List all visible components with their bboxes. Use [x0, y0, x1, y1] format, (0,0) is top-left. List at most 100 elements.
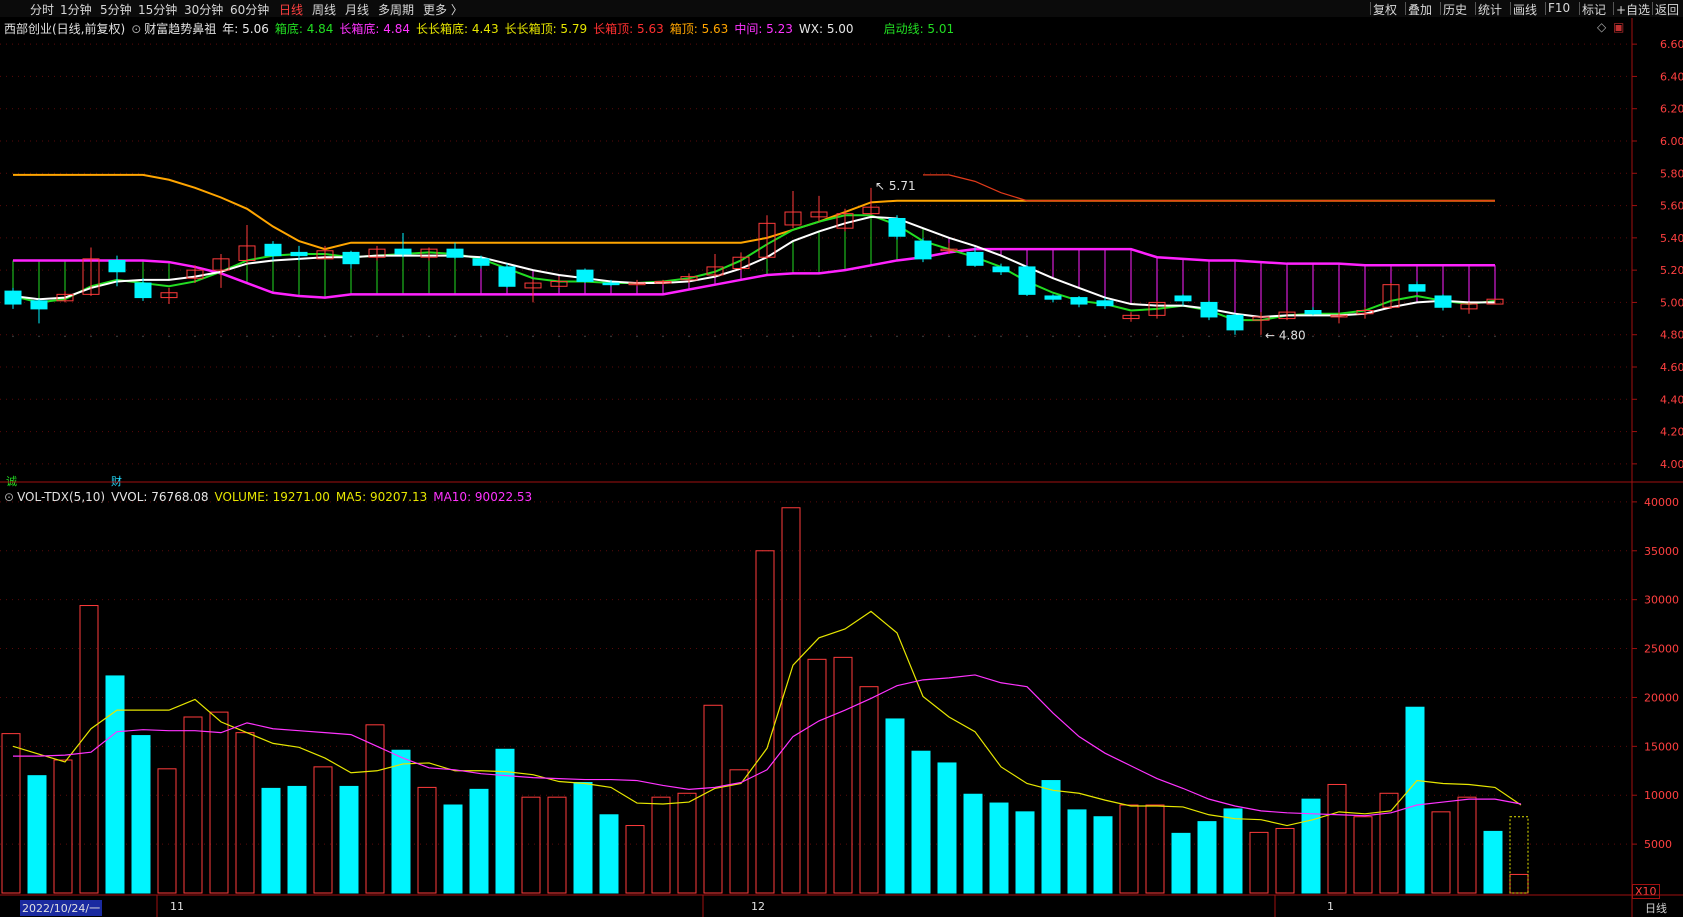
volume-bar[interactable]	[443, 804, 463, 894]
volume-bar[interactable]	[1509, 873, 1529, 894]
volume-bar[interactable]	[1093, 816, 1113, 894]
trail-dot	[1494, 335, 1496, 338]
volume-bar[interactable]	[1145, 804, 1165, 894]
volume-tick-label: 15000	[1644, 740, 1679, 753]
volume-bar[interactable]	[365, 724, 385, 894]
middle-band-line	[13, 247, 1495, 299]
volume-bar[interactable]	[755, 550, 775, 894]
candle-body[interactable]	[134, 282, 152, 299]
volume-bar[interactable]	[131, 735, 151, 894]
candle-body[interactable]	[1096, 300, 1114, 307]
volume-bar[interactable]	[833, 656, 853, 894]
volume-bar[interactable]	[521, 796, 541, 894]
volume-bar[interactable]	[235, 732, 255, 894]
volume-bar[interactable]	[1327, 783, 1347, 894]
volume-bar[interactable]	[287, 785, 307, 894]
candle-body[interactable]	[1434, 295, 1452, 308]
volume-bar[interactable]	[651, 796, 671, 894]
volume-bar[interactable]	[911, 750, 931, 894]
volume-bar[interactable]	[1223, 808, 1243, 894]
volume-bar[interactable]	[599, 814, 619, 894]
candle-body[interactable]	[342, 251, 360, 265]
volume-bar[interactable]	[1041, 780, 1061, 894]
volume-bar[interactable]	[105, 675, 125, 894]
volume-bar[interactable]	[963, 793, 983, 894]
volume-bar[interactable]	[417, 786, 437, 894]
candle-body[interactable]	[4, 290, 22, 305]
candle-body[interactable]	[1226, 314, 1244, 331]
volume-bar[interactable]	[53, 759, 73, 894]
trail-dot	[1338, 335, 1340, 338]
trail-dot	[1234, 335, 1236, 338]
volume-bar[interactable]	[677, 792, 697, 894]
volume-bar[interactable]	[1, 733, 21, 894]
volume-bar[interactable]	[859, 686, 879, 894]
volume-bar[interactable]	[391, 749, 411, 894]
volume-bar[interactable]	[703, 704, 723, 894]
volume-bar[interactable]	[1119, 804, 1139, 894]
candle-body[interactable]	[108, 259, 126, 273]
candle-body[interactable]	[1018, 266, 1036, 295]
volume-bar[interactable]	[183, 716, 203, 894]
candle-body[interactable]	[888, 217, 906, 237]
candle-body[interactable]	[1304, 310, 1322, 315]
volume-bar[interactable]	[807, 658, 827, 894]
volume-bar[interactable]	[1379, 792, 1399, 894]
volume-bar[interactable]	[209, 711, 229, 894]
stock-chart[interactable]: 4.00 4.20 4.40 4.60 4.80 5.00 5.20 5.40 5.60 5.80…	[0, 0, 1683, 917]
volume-bar[interactable]	[547, 796, 567, 894]
volume-bar[interactable]	[989, 802, 1009, 894]
volume-bar[interactable]	[885, 718, 905, 894]
candle-body[interactable]	[264, 243, 282, 257]
price-tick-label: 4.60	[1660, 361, 1683, 374]
candle-body[interactable]	[1044, 295, 1062, 300]
volume-bar[interactable]	[1249, 831, 1269, 894]
candle-body[interactable]	[30, 300, 48, 310]
volume-bar[interactable]	[1405, 706, 1425, 894]
volume-bar[interactable]	[27, 775, 47, 894]
trail-dot	[272, 335, 274, 338]
volume-bar[interactable]	[1353, 816, 1373, 894]
volume-bar[interactable]	[1457, 796, 1477, 894]
candle-body[interactable]	[498, 266, 516, 287]
volume-bar[interactable]	[469, 788, 489, 894]
candle-body[interactable]	[1174, 295, 1192, 302]
trail-dot	[1208, 335, 1210, 338]
volume-bar[interactable]	[1483, 830, 1503, 894]
volume-bar[interactable]	[1275, 827, 1295, 894]
trail-dot	[350, 335, 352, 338]
volume-bar[interactable]	[573, 782, 593, 894]
candle-body[interactable]	[602, 282, 620, 286]
candle-body[interactable]	[1200, 301, 1218, 318]
volume-bar[interactable]	[781, 507, 801, 894]
volume-bar[interactable]	[625, 825, 645, 894]
volume-bar[interactable]	[1171, 832, 1191, 894]
volume-bar[interactable]	[1197, 821, 1217, 894]
volume-bar[interactable]	[261, 787, 281, 894]
volume-bar[interactable]	[157, 768, 177, 894]
volume-bar[interactable]	[339, 785, 359, 894]
candle-body[interactable]	[290, 251, 308, 257]
candle-body[interactable]	[1070, 297, 1088, 305]
candle-body[interactable]	[472, 258, 490, 266]
candle-body[interactable]	[992, 266, 1010, 273]
trail-dot	[818, 335, 820, 338]
volume-tick-label: 5000	[1644, 838, 1672, 851]
candle-body[interactable]	[1408, 284, 1426, 292]
trail-dot	[896, 335, 898, 338]
candle-body[interactable]	[446, 248, 464, 258]
volume-bar[interactable]	[495, 748, 515, 894]
volume-bar[interactable]	[1015, 811, 1035, 894]
candle-body[interactable]	[914, 240, 932, 260]
volume-bar[interactable]	[1067, 809, 1087, 894]
volume-tick-label: 30000	[1644, 594, 1679, 607]
volume-bar[interactable]	[1431, 811, 1451, 894]
candle-body[interactable]	[966, 251, 984, 266]
volume-bar[interactable]	[313, 766, 333, 894]
volume-bar[interactable]	[937, 762, 957, 894]
volume-bar[interactable]	[729, 769, 749, 894]
trail-dot	[1442, 335, 1444, 338]
candle-body[interactable]	[394, 248, 412, 255]
candle-body[interactable]	[576, 269, 594, 282]
price-tick-label: 5.80	[1660, 167, 1683, 180]
